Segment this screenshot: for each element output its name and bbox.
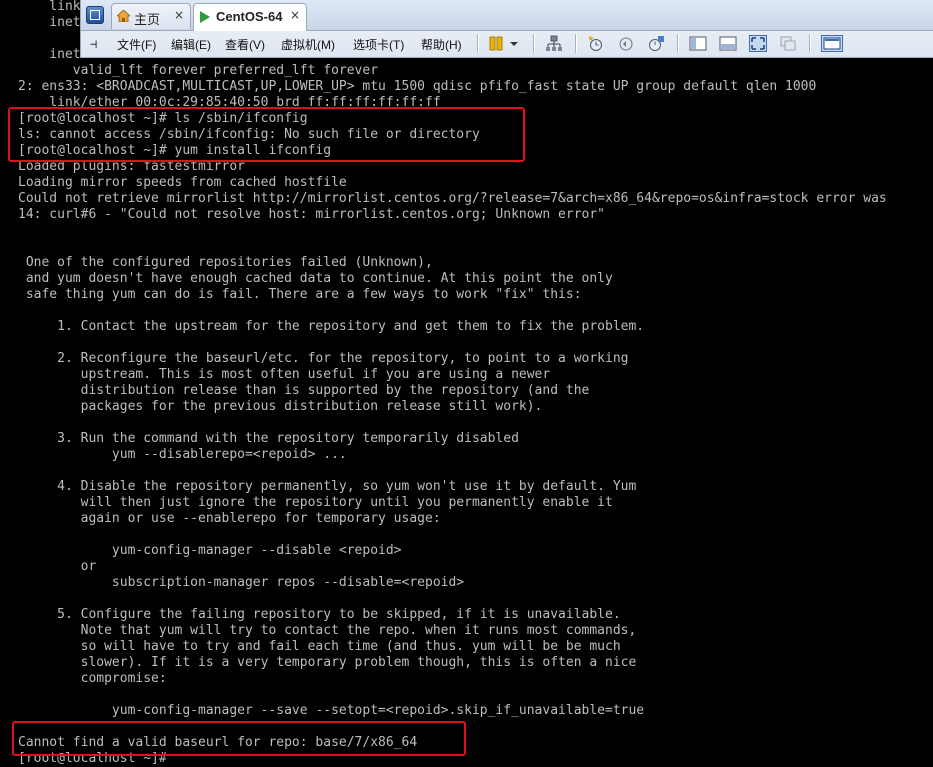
terminal-line: compromise: <box>18 671 167 686</box>
snapshot-manager-icon[interactable] <box>647 35 665 52</box>
terminal-line: yum-config-manager --disable <repoid> <box>18 543 402 558</box>
snapshot-icon[interactable] <box>587 35 605 52</box>
terminal-line: and yum doesn't have enough cached data … <box>18 271 613 286</box>
terminal-line: One of the configured repositories faile… <box>18 255 433 270</box>
tab-centos-64[interactable]: CentOS-64 × <box>193 3 307 31</box>
toolbar-separator <box>533 34 535 53</box>
vmware-toolbar: 主页 × CentOS-64 × ⊣ 文件(F) 编辑(E) 查看(V) 虚拟机… <box>80 0 933 58</box>
terminal-line: packages for the previous distribution r… <box>18 399 543 414</box>
terminal-line: inet <box>18 47 81 62</box>
terminal-line: subscription-manager repos --disable=<re… <box>18 575 465 590</box>
terminal-line: yum --disablerepo=<repoid> ... <box>18 447 347 462</box>
vmware-app-icon[interactable] <box>86 6 104 24</box>
terminal-line: so will have to try and fail each time (… <box>18 639 621 654</box>
toolbar-grip-icon[interactable]: ⊣ <box>90 37 97 51</box>
chevron-down-icon[interactable] <box>509 35 519 52</box>
terminal-line: safe thing yum can do is fail. There are… <box>18 287 582 302</box>
menu-bar: ⊣ 文件(F) 编辑(E) 查看(V) 虚拟机(M) 选项卡(T) 帮助(H) <box>81 30 933 57</box>
terminal-line: 2: ens33: <BROADCAST,MULTICAST,UP,LOWER_… <box>18 79 817 94</box>
toolbar-separator <box>575 34 577 53</box>
close-icon[interactable]: × <box>290 8 300 22</box>
terminal-line: will then just ignore the repository unt… <box>18 495 613 510</box>
terminal-line: Loading mirror speeds from cached hostfi… <box>18 175 347 190</box>
network-icon[interactable] <box>545 35 563 52</box>
unity-icon[interactable] <box>779 35 797 52</box>
tab-home[interactable]: 主页 × <box>111 3 191 29</box>
tab-bar: 主页 × CentOS-64 × <box>81 0 933 31</box>
terminal-line: 14: curl#6 - "Could not resolve host: mi… <box>18 207 605 222</box>
vm-running-icon <box>200 11 210 23</box>
toolbar-separator <box>477 34 479 53</box>
terminal-line: Note that yum will try to contact the re… <box>18 623 637 638</box>
terminal-line: valid_lft forever preferred_lft forever <box>18 63 379 78</box>
terminal-line: slower). If it is a very temporary probl… <box>18 655 637 670</box>
terminal-line: 3. Run the command with the repository t… <box>18 431 519 446</box>
terminal-line: link <box>18 0 81 14</box>
tab-centos-64-label: CentOS-64 <box>216 9 283 24</box>
menu-file[interactable]: 文件(F) <box>117 36 156 53</box>
terminal-line: inet <box>18 15 81 30</box>
terminal-line: again or use --enablerepo for temporary … <box>18 511 441 526</box>
revert-snapshot-icon[interactable] <box>617 35 635 52</box>
terminal-line: or <box>18 559 97 574</box>
menu-help[interactable]: 帮助(H) <box>421 36 462 53</box>
terminal-line: Could not retrieve mirrorlist http://mir… <box>18 191 887 206</box>
close-icon[interactable]: × <box>174 8 184 22</box>
terminal-line: yum-config-manager --save --setopt=<repo… <box>18 703 645 718</box>
terminal-line: 2. Reconfigure the baseurl/etc. for the … <box>18 351 629 366</box>
highlight-box-ifconfig-command <box>8 107 525 162</box>
menu-view[interactable]: 查看(V) <box>225 36 265 53</box>
toolbar-separator <box>677 34 679 53</box>
terminal-line: upstream. This is most often useful if y… <box>18 367 551 382</box>
thumbnail-view-icon[interactable] <box>719 35 737 52</box>
home-icon <box>117 10 130 22</box>
menu-edit[interactable]: 编辑(E) <box>171 36 211 53</box>
terminal-line: 5. Configure the failing repository to b… <box>18 607 621 622</box>
pause-icon[interactable] <box>487 35 505 52</box>
fullscreen-icon[interactable] <box>749 35 767 52</box>
terminal-line: 1. Contact the upstream for the reposito… <box>18 319 645 334</box>
menu-vm[interactable]: 虚拟机(M) <box>281 36 335 53</box>
highlight-box-baseurl-error <box>12 721 466 756</box>
console-view-icon[interactable] <box>821 35 843 52</box>
terminal-line: 4. Disable the repository permanently, s… <box>18 479 637 494</box>
menu-tabs[interactable]: 选项卡(T) <box>353 36 404 53</box>
tab-home-label: 主页 <box>134 12 161 27</box>
toolbar-separator <box>809 34 811 53</box>
library-view-icon[interactable] <box>689 35 707 52</box>
terminal-line: distribution release than is supported b… <box>18 383 590 398</box>
